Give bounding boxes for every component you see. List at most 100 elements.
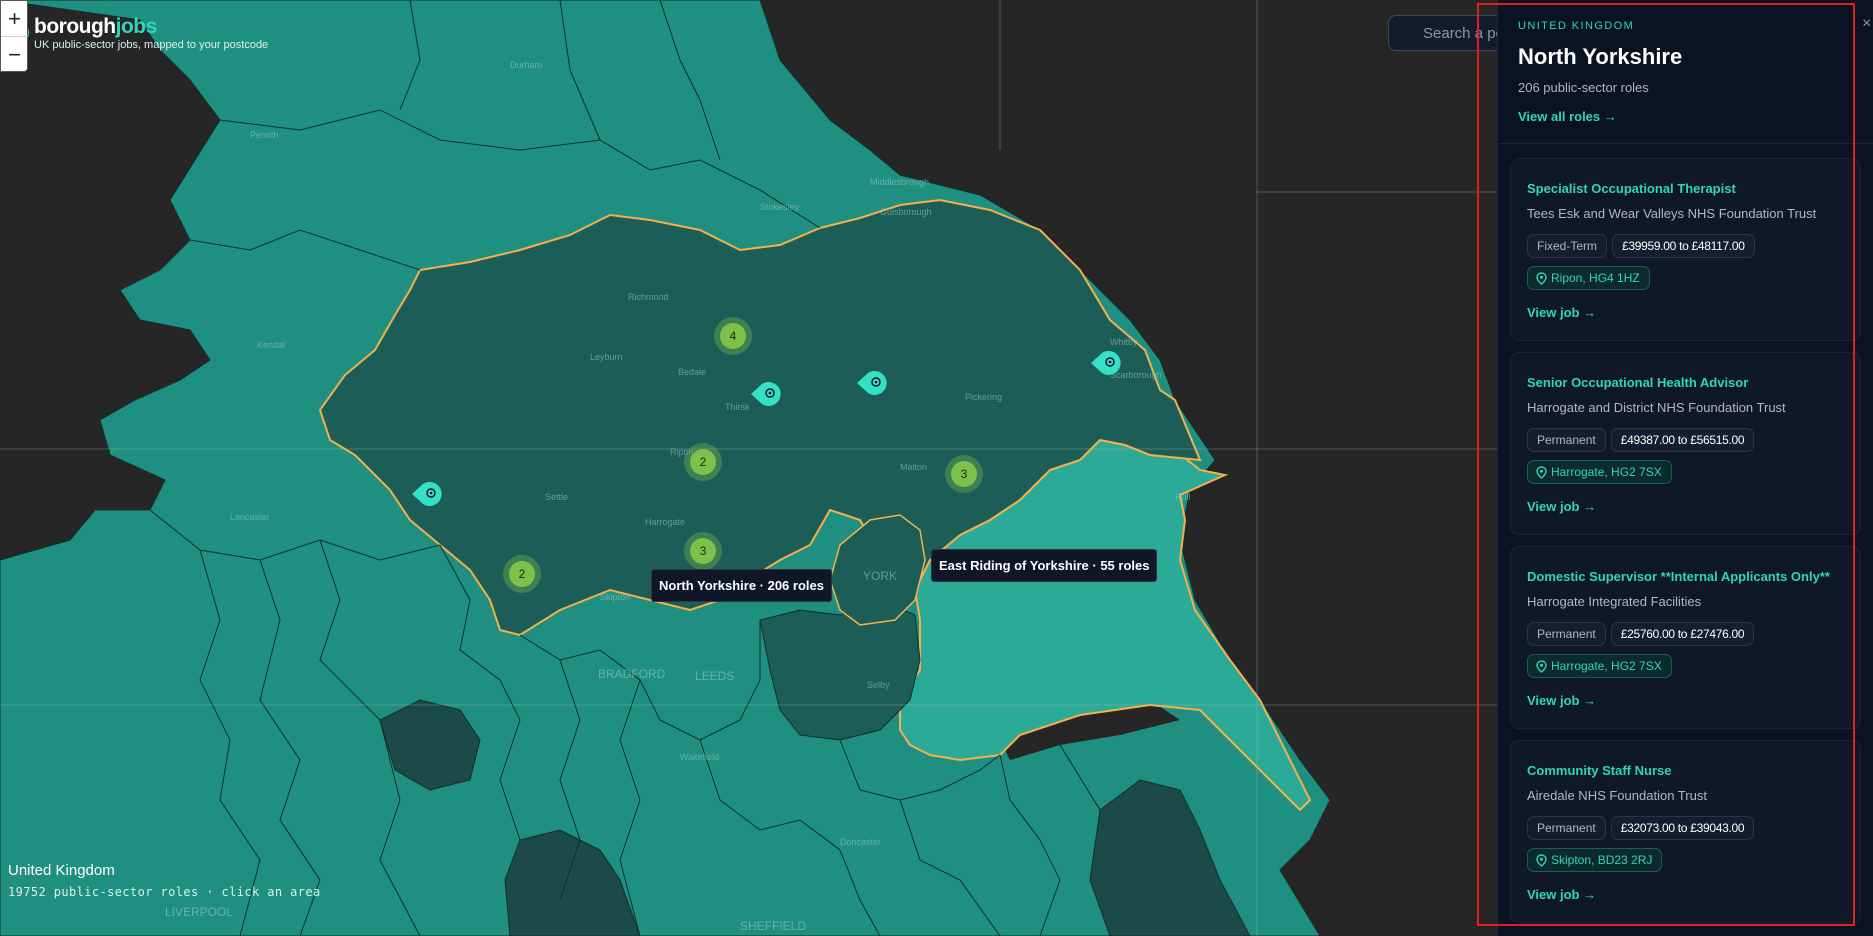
cluster-count: 3 <box>961 467 968 481</box>
zoom-out-button[interactable]: − <box>1 36 28 71</box>
job-cluster-marker[interactable]: 4 <box>714 317 752 355</box>
job-location: Skipton, BD23 2RJ <box>1551 853 1653 867</box>
region-panel: UNITED KINGDOM North Yorkshire 206 publi… <box>1497 0 1873 936</box>
job-chips: Permanent £25760.00 to £27476.00 <box>1527 622 1844 646</box>
job-location-badge: Ripon, HG4 1HZ <box>1527 266 1650 290</box>
place-label: Leyburn <box>590 352 623 362</box>
job-location-badge: Harrogate, HG2 7SX <box>1527 460 1672 484</box>
job-type-badge: Permanent <box>1527 816 1606 840</box>
cluster-count: 4 <box>730 329 737 343</box>
place-label: Wakefield <box>680 752 719 762</box>
place-label: Thirsk <box>725 402 750 412</box>
place-label: Lancaster <box>230 512 270 522</box>
view-job-link[interactable]: View job → <box>1527 693 1844 708</box>
job-title: Senior Occupational Health Advisor <box>1527 375 1749 390</box>
place-label: Doncaster <box>840 837 881 847</box>
place-label: Kendal <box>257 340 285 350</box>
job-employer: Harrogate and District NHS Foundation Tr… <box>1527 400 1786 415</box>
job-salary-badge: £32073.00 to £39043.00 <box>1610 816 1755 840</box>
job-cluster-marker[interactable]: 3 <box>945 455 983 493</box>
place-label: LEEDS <box>695 669 734 683</box>
panel-header: UNITED KINGDOM North Yorkshire 206 publi… <box>1498 0 1873 144</box>
place-label: Bedale <box>678 367 706 377</box>
panel-role-count: 206 public-sector roles <box>1518 80 1649 95</box>
place-label: SHEFFIELD <box>740 919 806 933</box>
east-riding-tooltip: East Riding of Yorkshire · 55 roles <box>931 549 1158 582</box>
view-job-link[interactable]: View job → <box>1527 499 1844 514</box>
place-label: Whitby <box>1110 337 1138 347</box>
job-title: Specialist Occupational Therapist <box>1527 181 1736 196</box>
panel-country: UNITED KINGDOM <box>1518 20 1635 32</box>
brand: boroughjobs UK public-sector jobs, mappe… <box>8 16 268 52</box>
status-subtitle: 19752 public-sector roles · click an are… <box>8 885 321 899</box>
place-label: LIVERPOOL <box>165 905 233 919</box>
place-label: Middlesbrough <box>870 177 929 187</box>
place-label: BRADFORD <box>598 667 666 681</box>
job-card: Community Staff Nurse Airedale NHS Found… <box>1510 740 1861 923</box>
job-type-badge: Permanent <box>1527 622 1606 646</box>
zoom-in-button[interactable]: + <box>1 1 28 36</box>
job-cluster-marker[interactable]: 2 <box>503 555 541 593</box>
place-label: Durham <box>510 60 542 70</box>
job-location-badge: Harrogate, HG2 7SX <box>1527 654 1672 678</box>
map-status: United Kingdom 19752 public-sector roles… <box>8 862 321 899</box>
place-label: Guisborough <box>880 207 932 217</box>
place-label: Settle <box>545 492 568 502</box>
zoom-control: + − <box>0 0 28 72</box>
place-label: Selby <box>867 680 890 690</box>
close-panel-icon[interactable]: × <box>1862 15 1871 33</box>
location-pin-icon <box>1536 853 1547 867</box>
view-job-link[interactable]: View job → <box>1527 305 1844 320</box>
job-chips: Fixed-Term £39959.00 to £48117.00 <box>1527 234 1844 258</box>
place-label: Pickering <box>965 392 1002 402</box>
brand-tagline: UK public-sector jobs, mapped to your po… <box>34 39 269 51</box>
brand-name: boroughjobs <box>34 16 268 38</box>
job-employer: Harrogate Integrated Facilities <box>1527 594 1702 609</box>
place-label: Penrith <box>250 130 279 140</box>
job-title: Domestic Supervisor **Internal Applicant… <box>1527 569 1830 584</box>
job-salary-badge: £25760.00 to £27476.00 <box>1610 622 1755 646</box>
job-salary-badge: £49387.00 to £56515.00 <box>1610 428 1755 452</box>
location-pin-icon <box>1536 271 1547 285</box>
job-location: Harrogate, HG2 7SX <box>1551 465 1662 479</box>
job-card: Domestic Supervisor **Internal Applicant… <box>1510 546 1861 729</box>
place-label: YORK <box>863 569 897 583</box>
job-card: Specialist Occupational Therapist Tees E… <box>1510 158 1861 341</box>
job-location: Ripon, HG4 1HZ <box>1551 271 1640 285</box>
app-root: Durham Richmond Thirsk Pickering Scarborough… <box>0 0 1873 936</box>
status-title: United Kingdom <box>8 862 115 879</box>
brand-text: boroughjobs UK public-sector jobs, mappe… <box>34 16 268 52</box>
place-label: Stokesley <box>760 202 800 212</box>
job-chips: Permanent £49387.00 to £56515.00 <box>1527 428 1844 452</box>
view-job-link[interactable]: View job → <box>1527 887 1844 902</box>
job-cluster-marker[interactable]: 3 <box>684 532 722 570</box>
place-label: Hull <box>1175 492 1191 502</box>
panel-region-name: North Yorkshire <box>1518 44 1683 69</box>
job-employer: Tees Esk and Wear Valleys NHS Foundation… <box>1527 206 1817 221</box>
cluster-count: 3 <box>700 544 707 558</box>
job-title: Community Staff Nurse <box>1527 763 1672 778</box>
place-label: Malton <box>900 462 927 472</box>
job-type-badge: Fixed-Term <box>1527 234 1608 258</box>
job-employer: Airedale NHS Foundation Trust <box>1527 788 1707 803</box>
north-yorkshire-tooltip: North Yorkshire · 206 roles <box>651 569 832 602</box>
brand-prefix: borough <box>34 15 116 38</box>
location-pin-icon <box>1536 465 1547 479</box>
job-list: Specialist Occupational Therapist Tees E… <box>1498 144 1873 923</box>
place-label: Richmond <box>628 292 669 302</box>
place-label: Harrogate <box>645 517 685 527</box>
location-pin-icon <box>1536 659 1547 673</box>
job-chips: Permanent £32073.00 to £39043.00 <box>1527 816 1844 840</box>
place-label: Scarborough <box>1110 370 1162 380</box>
job-cluster-marker[interactable]: 2 <box>684 443 722 481</box>
view-all-roles-link[interactable]: View all roles → <box>1518 109 1617 124</box>
job-type-badge: Permanent <box>1527 428 1606 452</box>
job-card: Senior Occupational Health Advisor Harro… <box>1510 352 1861 535</box>
job-salary-badge: £39959.00 to £48117.00 <box>1612 234 1755 258</box>
job-location-badge: Skipton, BD23 2RJ <box>1527 848 1663 872</box>
job-location: Harrogate, HG2 7SX <box>1551 659 1662 673</box>
cluster-count: 2 <box>700 455 707 469</box>
cluster-count: 2 <box>519 567 526 581</box>
brand-suffix: jobs <box>115 15 158 38</box>
place-label: Skipton <box>600 592 630 602</box>
